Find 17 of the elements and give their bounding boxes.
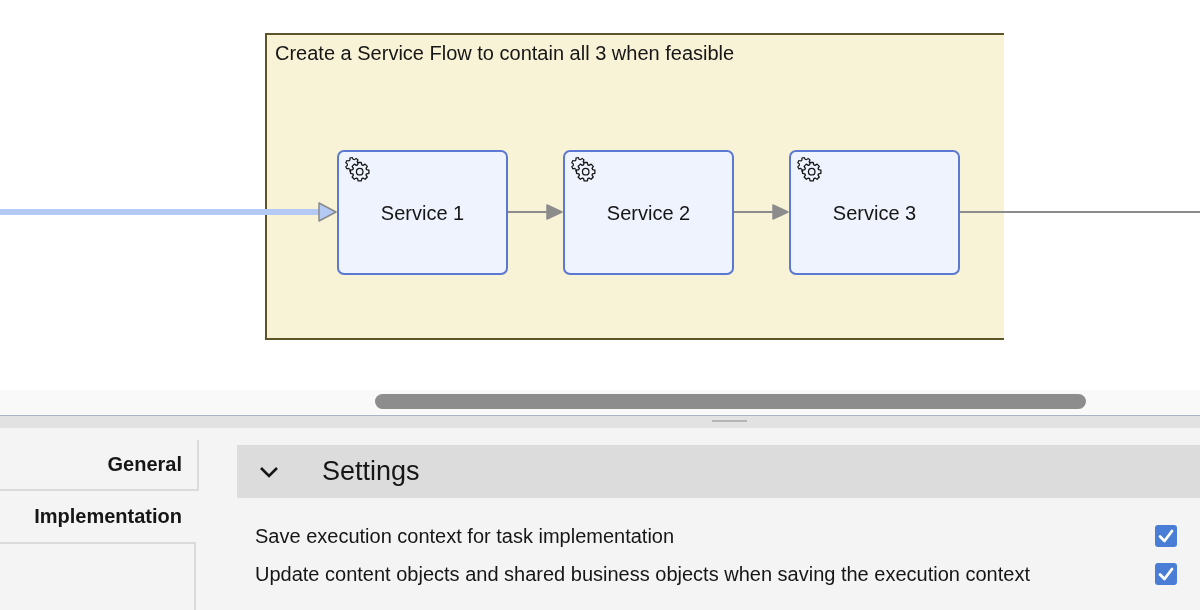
task-label: Service 2 (606, 200, 691, 225)
annotation-text: Create a Service Flow to contain all 3 when feasible (275, 42, 735, 64)
section-header[interactable]: Settings (237, 445, 1200, 498)
gears-icon (570, 156, 596, 182)
section-title: Settings (322, 456, 420, 487)
option-label: Save execution context for task implementation (255, 524, 675, 548)
gears-icon (796, 156, 822, 182)
checkbox[interactable] (1155, 563, 1177, 585)
resize-handle[interactable] (712, 420, 747, 422)
gears-icon (344, 156, 370, 182)
scrollbar-thumb[interactable] (375, 394, 1086, 409)
tab[interactable]: General (0, 440, 199, 491)
task-label: Service 3 (832, 200, 917, 225)
option-label: Update content objects and shared business objects when saving the execution context (255, 562, 1030, 586)
checkbox[interactable] (1155, 525, 1177, 547)
task-label: Service 1 (380, 200, 465, 225)
chevron-down-icon[interactable] (258, 464, 280, 479)
